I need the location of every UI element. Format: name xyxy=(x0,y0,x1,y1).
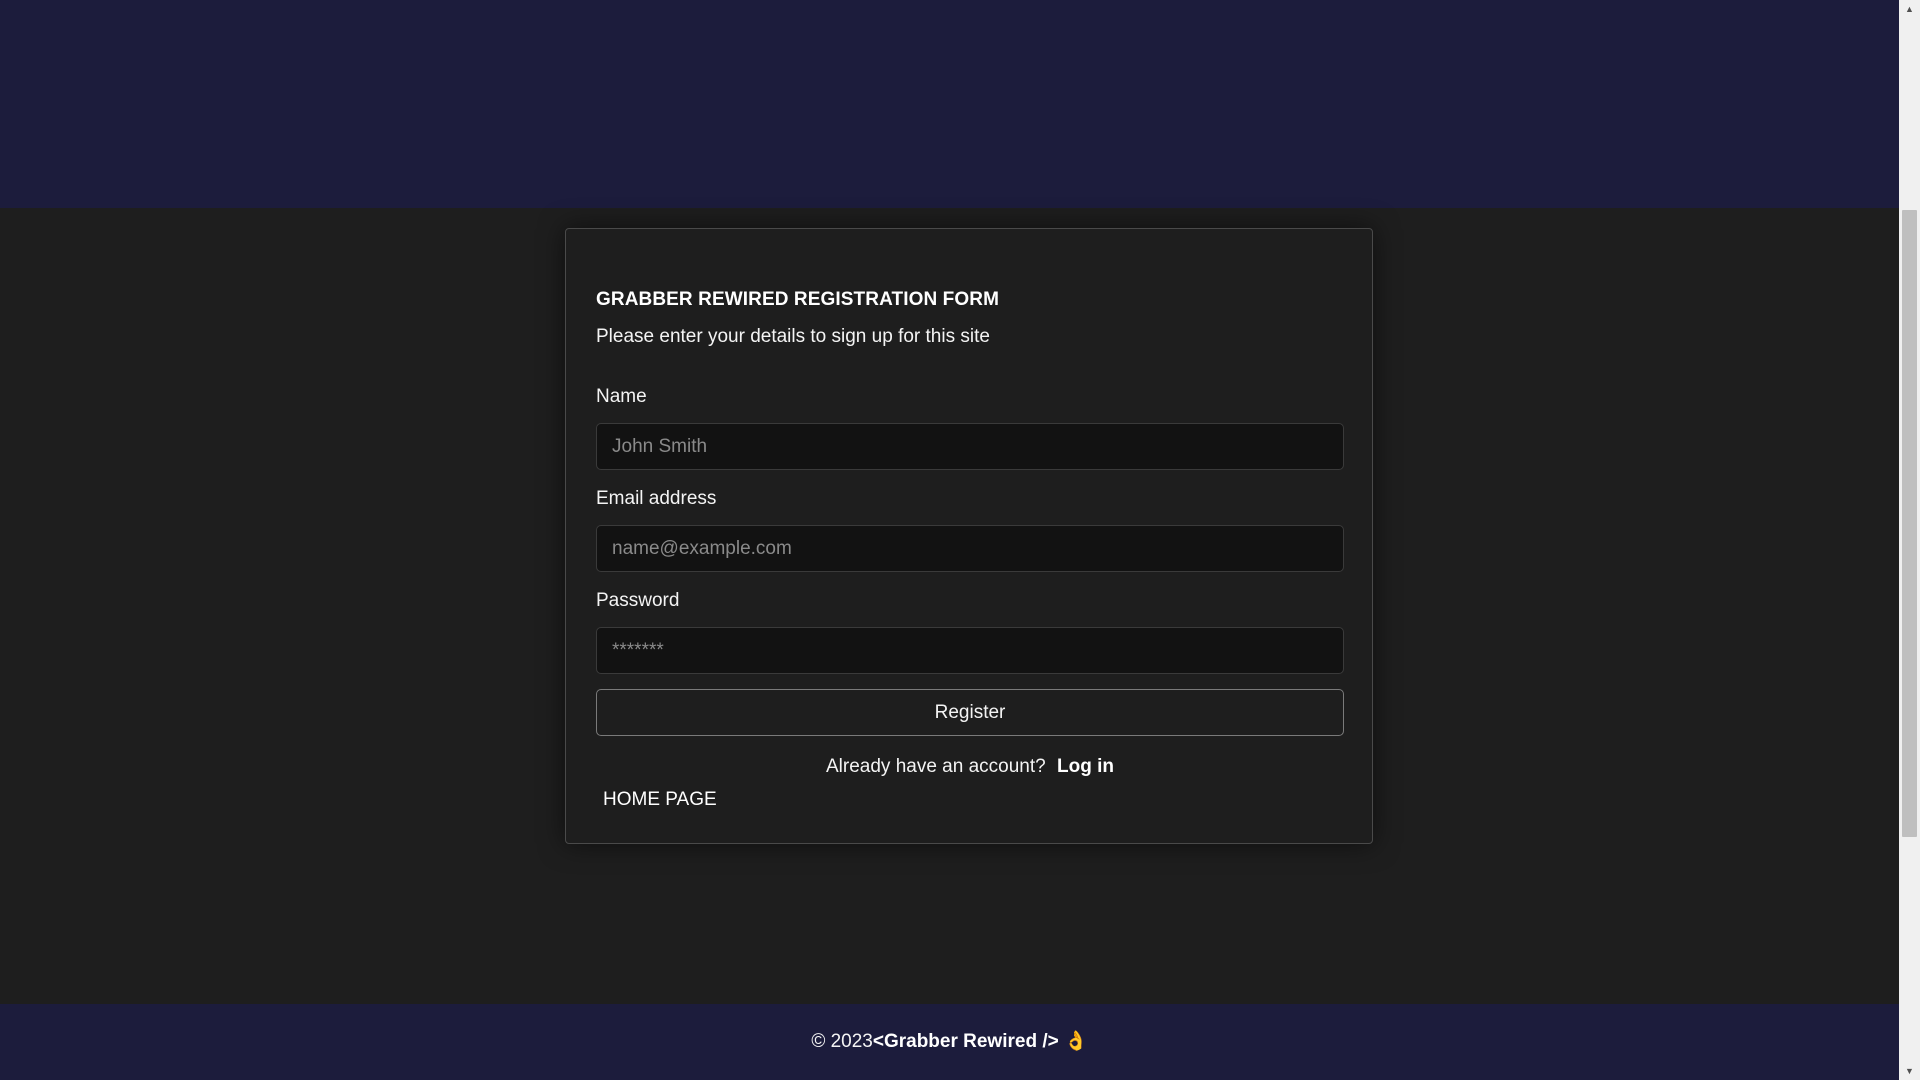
scroll-thumb[interactable] xyxy=(1902,210,1917,837)
vertical-scrollbar[interactable]: ▲ ▼ xyxy=(1899,0,1920,1080)
home-page-link[interactable]: HOME PAGE xyxy=(603,789,717,811)
footer-brand: <Grabber Rewired /> xyxy=(872,1031,1059,1052)
register-button[interactable]: Register xyxy=(596,689,1344,736)
login-row: Already have an account? Log in xyxy=(596,756,1344,778)
email-input[interactable] xyxy=(596,525,1344,572)
form-title: GRABBER REWIRED REGISTRATION FORM xyxy=(596,289,999,310)
email-label: Email address xyxy=(596,488,717,509)
header-band xyxy=(0,0,1899,208)
viewport: GRABBER REWIRED REGISTRATION FORM Please… xyxy=(0,0,1899,1080)
password-label: Password xyxy=(596,590,680,611)
login-prompt: Already have an account? xyxy=(826,756,1046,777)
name-label: Name xyxy=(596,386,647,407)
page: GRABBER REWIRED REGISTRATION FORM Please… xyxy=(0,0,1920,1080)
login-link[interactable]: Log in xyxy=(1057,756,1114,777)
footer-copyright: © 2023 xyxy=(811,1031,873,1052)
scroll-down-icon[interactable]: ▼ xyxy=(1899,1062,1920,1080)
scroll-up-icon[interactable]: ▲ xyxy=(1899,0,1920,18)
registration-card: GRABBER REWIRED REGISTRATION FORM Please… xyxy=(565,228,1373,844)
ok-hand-icon: 👌 xyxy=(1064,1031,1088,1052)
password-input[interactable] xyxy=(596,627,1344,674)
name-input[interactable] xyxy=(596,423,1344,470)
footer: © 2023<Grabber Rewired /> 👌 xyxy=(0,1004,1899,1080)
form-subtitle: Please enter your details to sign up for… xyxy=(596,326,990,347)
